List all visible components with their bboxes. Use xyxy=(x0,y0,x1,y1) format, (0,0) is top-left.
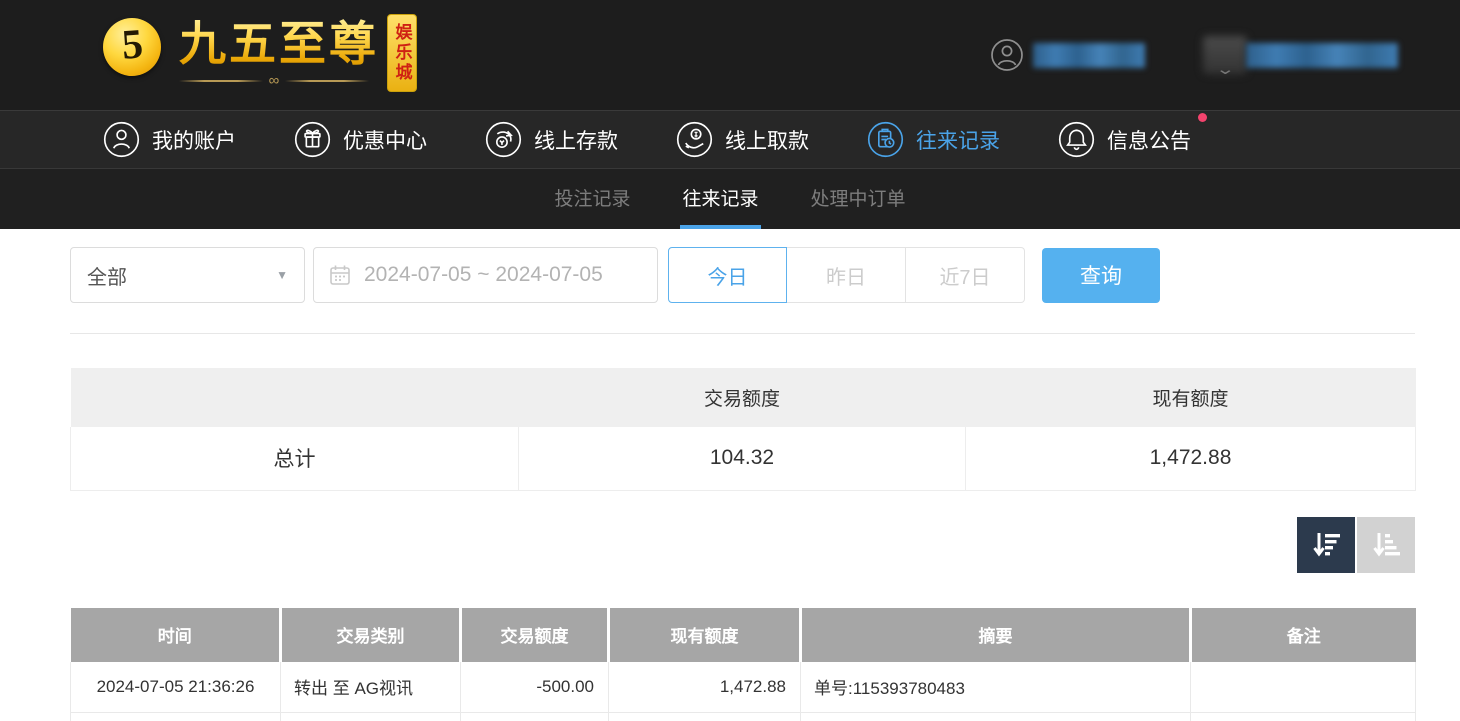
nav-item-label: 信息公告 xyxy=(1107,125,1191,155)
quick-range-last7days[interactable]: 近7日 xyxy=(906,247,1025,303)
promo-gift-icon xyxy=(294,121,331,158)
nav-item-announcements[interactable]: 信息公告 xyxy=(1058,121,1191,158)
chevron-down-icon: ⌄ xyxy=(1216,60,1236,78)
records-header-amount: 交易额度 xyxy=(461,608,609,662)
nav-item-label: 线上存款 xyxy=(534,125,618,155)
nav-item-label: 优惠中心 xyxy=(343,125,427,155)
sort-ascending-button[interactable] xyxy=(1357,517,1415,573)
record-balance: 1,472.88 xyxy=(609,662,801,713)
date-range-value: 2024-07-05 ~ 2024-07-05 xyxy=(364,263,603,287)
sort-descending-icon xyxy=(1308,528,1344,562)
nav-item-promotions[interactable]: 优惠中心 xyxy=(294,121,427,158)
quick-range-today[interactable]: 今日 xyxy=(668,247,787,303)
records-header-remark: 备注 xyxy=(1191,608,1416,662)
records-icon xyxy=(867,121,904,158)
select-caret-icon: ▼ xyxy=(276,268,288,282)
record-type: 转出 至 AG视讯 xyxy=(281,662,461,713)
summary-header-blank xyxy=(71,368,519,427)
calendar-icon xyxy=(328,263,352,287)
summary-total-transaction: 104.32 xyxy=(519,427,966,490)
quick-range-group: 今日 昨日 近7日 xyxy=(668,247,1025,303)
logo-monogram: 5 xyxy=(120,20,144,69)
nav-item-label: 往来记录 xyxy=(916,125,1000,155)
sub-tabbar: 投注记录 往来记录 处理中订单 xyxy=(0,169,1460,229)
summary-header-balance: 现有额度 xyxy=(966,368,1416,427)
username-redacted xyxy=(1033,43,1145,68)
records-header-time: 时间 xyxy=(71,608,281,662)
account-icon xyxy=(103,121,140,158)
user-area: ⌄ xyxy=(990,0,1398,110)
user-avatar-icon[interactable] xyxy=(990,38,1024,72)
table-row-partial xyxy=(71,713,1416,721)
records-header-balance: 现有额度 xyxy=(609,608,801,662)
record-summary: 单号:115393780483 xyxy=(801,662,1191,713)
main-navbar: 我的账户 优惠中心 线上存款 xyxy=(0,110,1460,169)
nav-item-withdraw[interactable]: 线上取款 xyxy=(676,121,809,158)
logo-circle-icon: 5 xyxy=(103,18,161,76)
logo-flourish-icon: ∞ xyxy=(179,76,369,86)
nav-item-label: 线上取款 xyxy=(725,125,809,155)
notice-bell-icon xyxy=(1058,121,1095,158)
content-area: 全部 ▼ 2024-07-05 ~ 2024-07-05 今日 昨日 xyxy=(0,247,1460,721)
withdraw-icon xyxy=(676,121,713,158)
nav-item-deposit[interactable]: 线上存款 xyxy=(485,121,618,158)
summary-total-balance: 1,472.88 xyxy=(966,427,1416,490)
records-header-type: 交易类别 xyxy=(281,608,461,662)
records-header-row: 时间 交易类别 交易额度 现有额度 摘要 备注 xyxy=(71,608,1416,662)
brand-logo[interactable]: 5 九五至尊 ∞ 娱乐城 xyxy=(103,14,417,92)
summary-header-transaction: 交易额度 xyxy=(519,368,966,427)
record-remark xyxy=(1191,662,1416,713)
record-time: 2024-07-05 21:36:26 xyxy=(71,662,281,713)
logo-badge: 娱乐城 xyxy=(387,14,417,92)
filter-row: 全部 ▼ 2024-07-05 ~ 2024-07-05 今日 昨日 xyxy=(70,247,1460,303)
logo-title: 九五至尊 xyxy=(179,14,379,74)
notification-dot xyxy=(1198,113,1207,122)
tab-pending-orders[interactable]: 处理中订单 xyxy=(809,169,908,229)
tab-transaction-records[interactable]: 往来记录 xyxy=(680,169,760,229)
nav-item-transaction-records[interactable]: 往来记录 xyxy=(867,121,1000,158)
sort-button-group xyxy=(1297,517,1415,573)
top-header: 5 九五至尊 ∞ 娱乐城 ⌄ xyxy=(0,0,1460,110)
nav-item-label: 我的账户 xyxy=(152,125,236,155)
deposit-icon xyxy=(485,121,522,158)
tab-betting-records[interactable]: 投注记录 xyxy=(552,169,632,229)
summary-total-label: 总计 xyxy=(71,427,519,490)
records-table: 时间 交易类别 交易额度 现有额度 摘要 备注 2024-07-05 21:36… xyxy=(70,608,1416,721)
table-row: 2024-07-05 21:36:26 转出 至 AG视讯 -500.00 1,… xyxy=(71,662,1416,713)
summary-table: 交易额度 现有额度 总计 104.32 1,472.88 xyxy=(70,368,1416,491)
type-select-value: 全部 xyxy=(87,261,127,290)
record-amount: -500.00 xyxy=(461,662,609,713)
query-button[interactable]: 查询 xyxy=(1042,248,1160,303)
nav-item-my-account[interactable]: 我的账户 xyxy=(103,121,236,158)
section-divider xyxy=(70,333,1415,334)
summary-header-row: 交易额度 现有额度 xyxy=(71,368,1416,427)
date-range-input[interactable]: 2024-07-05 ~ 2024-07-05 xyxy=(313,247,658,303)
summary-total-row: 总计 104.32 1,472.88 xyxy=(71,427,1416,490)
sort-descending-button[interactable] xyxy=(1297,517,1355,573)
balance-redacted xyxy=(1246,43,1398,68)
quick-range-yesterday[interactable]: 昨日 xyxy=(787,247,906,303)
type-select[interactable]: 全部 ▼ xyxy=(70,247,305,303)
records-header-summary: 摘要 xyxy=(801,608,1191,662)
sort-ascending-icon xyxy=(1368,528,1404,562)
transaction-records-page: 5 九五至尊 ∞ 娱乐城 ⌄ xyxy=(0,0,1460,721)
